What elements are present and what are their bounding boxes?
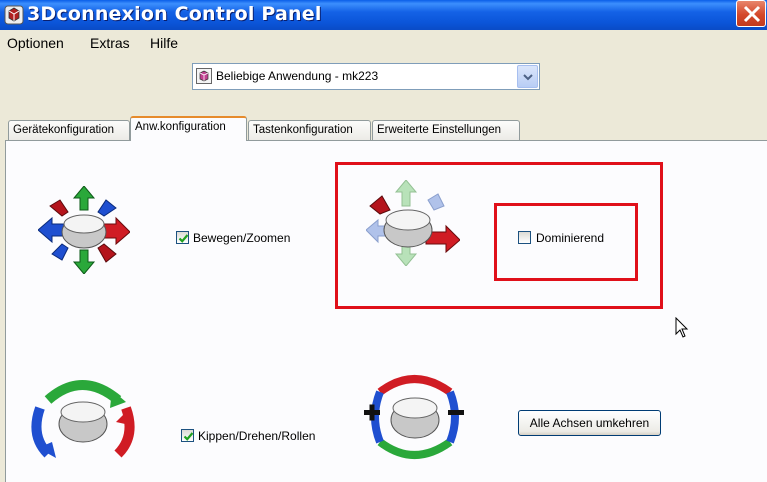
title-bar: 3Dconnexion Control Panel bbox=[0, 0, 767, 30]
pan-zoom-checkbox[interactable] bbox=[176, 231, 189, 244]
reverse-all-axes-button[interactable]: Alle Achsen umkehren bbox=[518, 410, 661, 436]
application-select-value: Beliebige Anwendung - mk223 bbox=[216, 69, 379, 83]
tab-anw-konfiguration[interactable]: Anw.konfiguration bbox=[130, 116, 247, 141]
rotation-controller-icon bbox=[31, 380, 135, 458]
tab-tastenkonfiguration[interactable]: Tastenkonfiguration bbox=[248, 120, 371, 140]
tab-geraetekonfiguration[interactable]: Gerätekonfiguration bbox=[8, 120, 130, 140]
pan-zoom-controller-icon bbox=[38, 186, 130, 274]
menu-hilfe[interactable]: Hilfe bbox=[150, 35, 178, 51]
application-icon bbox=[196, 68, 212, 84]
dropdown-button[interactable] bbox=[517, 65, 538, 88]
close-button[interactable] bbox=[736, 0, 766, 27]
chevron-down-icon bbox=[523, 74, 533, 81]
mouse-cursor-icon bbox=[675, 317, 689, 338]
tab-erweiterte-einstellungen[interactable]: Erweiterte Einstellungen bbox=[372, 120, 520, 140]
pan-zoom-label: Bewegen/Zoomen bbox=[193, 231, 291, 245]
rotation-checkbox[interactable] bbox=[181, 429, 194, 442]
reverse-axes-controller-icon bbox=[364, 375, 464, 459]
dominant-controller-icon bbox=[366, 180, 460, 266]
application-select[interactable]: Beliebige Anwendung - mk223 bbox=[192, 63, 540, 90]
close-icon bbox=[743, 5, 761, 23]
checkmark-icon bbox=[183, 432, 194, 441]
menu-extras[interactable]: Extras bbox=[90, 35, 130, 51]
checkmark-icon bbox=[178, 234, 189, 243]
3dconnexion-app-icon bbox=[4, 5, 24, 25]
dominant-checkbox[interactable] bbox=[518, 231, 531, 244]
window-title: 3Dconnexion Control Panel bbox=[27, 3, 322, 25]
rotation-label: Kippen/Drehen/Rollen bbox=[198, 429, 316, 443]
menu-bar: Optionen Extras Hilfe bbox=[0, 30, 767, 56]
dominant-label: Dominierend bbox=[536, 231, 605, 245]
menu-optionen[interactable]: Optionen bbox=[7, 35, 64, 51]
